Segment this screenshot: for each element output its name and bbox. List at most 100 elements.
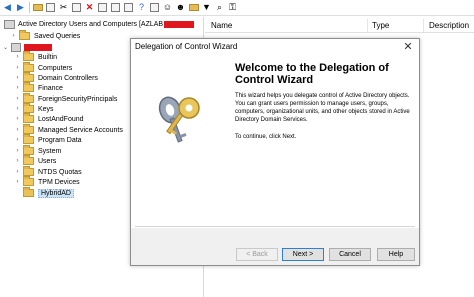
cut-icon[interactable]: ✂ bbox=[58, 2, 69, 13]
expand-icon[interactable]: › bbox=[14, 179, 21, 185]
expand-icon[interactable]: › bbox=[14, 137, 21, 143]
folder-icon bbox=[23, 145, 34, 155]
folder-icon bbox=[23, 62, 34, 72]
expand-icon[interactable]: › bbox=[14, 127, 21, 133]
toolbar-separator bbox=[29, 2, 30, 13]
tree-item-users[interactable]: › Users bbox=[14, 155, 57, 166]
list-header: Name Type Description bbox=[205, 17, 474, 33]
tree-item-program-data[interactable]: › Program Data bbox=[14, 134, 82, 145]
expand-icon[interactable]: › bbox=[10, 33, 17, 39]
close-icon[interactable]: ✕ bbox=[402, 40, 414, 53]
tree-item-label: Users bbox=[38, 157, 57, 165]
folder-icon bbox=[23, 166, 34, 176]
tree-item-label: TPM Devices bbox=[38, 178, 80, 186]
expand-icon[interactable]: › bbox=[14, 54, 21, 60]
tree-item-label: Keys bbox=[38, 105, 54, 113]
expand-icon[interactable]: › bbox=[14, 85, 21, 91]
expand-icon[interactable]: › bbox=[14, 65, 21, 71]
export-icon[interactable] bbox=[123, 2, 134, 13]
delete-icon[interactable]: ✕ bbox=[84, 2, 95, 13]
tree-item-keys[interactable]: › Keys bbox=[14, 103, 54, 114]
tree-item-finance[interactable]: › Finance bbox=[14, 82, 63, 93]
collapse-icon[interactable]: ⌄ bbox=[2, 44, 9, 51]
dialog-title: Delegation of Control Wizard bbox=[135, 42, 238, 51]
tree-root-label: Active Directory Users and Computers [AZ… bbox=[18, 20, 164, 28]
filter-icon[interactable]: ▼ bbox=[201, 2, 212, 13]
forward-arrow-icon[interactable]: ▶ bbox=[15, 2, 26, 13]
find-icon[interactable]: ⌕ bbox=[214, 2, 225, 13]
folder-icon bbox=[23, 124, 34, 134]
folder-icon bbox=[23, 82, 34, 92]
tree-item-system[interactable]: › System bbox=[14, 145, 61, 156]
help-icon[interactable]: ? bbox=[136, 2, 147, 13]
delegation-wizard-dialog: Delegation of Control Wizard ✕ Welcome t… bbox=[130, 38, 420, 266]
redaction-bar bbox=[164, 20, 195, 28]
column-header-description[interactable]: Description bbox=[429, 21, 469, 30]
tree-item-tpm-devices[interactable]: › TPM Devices bbox=[14, 176, 80, 187]
column-divider[interactable] bbox=[367, 19, 368, 32]
column-header-type[interactable]: Type bbox=[372, 21, 389, 30]
wizard-heading: Welcome to the Delegation of Control Wiz… bbox=[235, 62, 389, 86]
expand-icon[interactable]: › bbox=[14, 96, 21, 102]
toolbar: ◀ ▶ ✂ ✕ ? ☺ ☻ ▼ ⌕ ⚿ bbox=[0, 0, 474, 16]
tree-item-lost-and-found[interactable]: › LostAndFound bbox=[14, 113, 84, 124]
tree-item-label-selected: HybridAD bbox=[38, 188, 74, 198]
tree-item-label: NTDS Quotas bbox=[38, 168, 82, 176]
dialog-footer: < Back Next > Cancel Help bbox=[131, 228, 419, 265]
copy-icon[interactable] bbox=[71, 2, 82, 13]
next-button[interactable]: Next > bbox=[282, 248, 324, 261]
dialog-body: Welcome to the Delegation of Control Wiz… bbox=[135, 57, 415, 227]
mmc-icon[interactable] bbox=[149, 2, 160, 13]
tree-item-label: LostAndFound bbox=[38, 115, 84, 123]
console-tree-icon[interactable] bbox=[45, 2, 56, 13]
tree-item-label: Computers bbox=[38, 64, 73, 72]
back-button[interactable]: < Back bbox=[236, 248, 278, 261]
expand-icon[interactable]: › bbox=[14, 116, 21, 122]
keys-icon bbox=[158, 96, 200, 143]
folder-icon bbox=[23, 134, 34, 144]
tree-item-label: Saved Queries bbox=[34, 32, 81, 40]
column-header-name[interactable]: Name bbox=[211, 21, 232, 30]
folder-icon bbox=[23, 155, 34, 165]
expand-icon[interactable]: › bbox=[14, 106, 21, 112]
ad-console-icon bbox=[4, 19, 15, 29]
domain-icon bbox=[11, 42, 21, 52]
folder-icon bbox=[23, 93, 34, 103]
new-user-icon[interactable]: ☺ bbox=[162, 2, 173, 13]
tree-item-label: Program Data bbox=[38, 136, 82, 144]
expand-icon[interactable]: › bbox=[14, 158, 21, 164]
up-folder-icon[interactable] bbox=[32, 2, 43, 13]
tree-root[interactable]: Active Directory Users and Computers [AZ… bbox=[4, 19, 195, 29]
folder-icon bbox=[23, 187, 34, 197]
cancel-button[interactable]: Cancel bbox=[329, 248, 371, 261]
refresh-icon[interactable] bbox=[110, 2, 121, 13]
wizard-continue-text: To continue, click Next. bbox=[235, 134, 297, 140]
folder-icon bbox=[19, 30, 30, 40]
folder-icon bbox=[23, 51, 34, 61]
new-ou-icon[interactable] bbox=[188, 2, 199, 13]
column-divider[interactable] bbox=[423, 19, 424, 32]
expand-icon[interactable]: › bbox=[14, 148, 21, 154]
tree-item-label: Domain Controllers bbox=[38, 74, 98, 82]
tree-item-label: Managed Service Accounts bbox=[38, 126, 123, 134]
domain-redaction-bar bbox=[24, 43, 52, 51]
folder-icon bbox=[23, 113, 34, 123]
tree-item-saved-queries[interactable]: › Saved Queries bbox=[10, 30, 81, 41]
wizard-description: This wizard helps you delegate control o… bbox=[235, 93, 410, 123]
properties-icon[interactable] bbox=[97, 2, 108, 13]
tree-item-label: Finance bbox=[38, 84, 63, 92]
folder-icon bbox=[23, 176, 34, 186]
expand-icon[interactable]: › bbox=[14, 169, 21, 175]
tree-item-label: Builtin bbox=[38, 53, 58, 61]
help-button[interactable]: Help bbox=[377, 248, 415, 261]
new-group-icon[interactable]: ☻ bbox=[175, 2, 186, 13]
delegate-icon[interactable]: ⚿ bbox=[227, 2, 238, 13]
folder-icon bbox=[23, 72, 34, 82]
folder-icon bbox=[23, 103, 34, 113]
expand-icon[interactable]: › bbox=[14, 75, 21, 81]
back-arrow-icon[interactable]: ◀ bbox=[2, 2, 13, 13]
tree-item-builtin[interactable]: › Builtin bbox=[14, 51, 58, 62]
tree-item-managed-service-accounts[interactable]: › Managed Service Accounts bbox=[14, 124, 123, 135]
tree-item-label: ForeignSecurityPrincipals bbox=[38, 95, 118, 103]
tree-item-hybridad[interactable]: HybridAD bbox=[14, 187, 74, 198]
